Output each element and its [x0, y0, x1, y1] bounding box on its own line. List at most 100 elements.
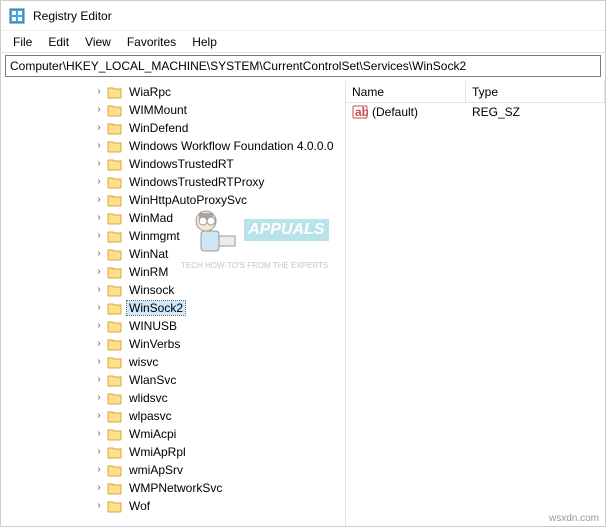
menu-file[interactable]: File	[5, 33, 40, 51]
chevron-right-icon[interactable]: ›	[91, 210, 107, 226]
string-value-icon	[352, 104, 368, 120]
tree-item[interactable]: ›WinVerbs	[1, 335, 345, 353]
chevron-right-icon[interactable]: ›	[91, 264, 107, 280]
value-row[interactable]: (Default) REG_SZ	[346, 103, 605, 121]
folder-icon	[107, 103, 123, 117]
tree-item-label: Wof	[127, 499, 152, 513]
chevron-right-icon[interactable]: ›	[91, 318, 107, 334]
chevron-right-icon[interactable]: ›	[91, 354, 107, 370]
address-bar[interactable]: Computer\HKEY_LOCAL_MACHINE\SYSTEM\Curre…	[5, 55, 601, 77]
details-header: Name Type	[346, 81, 605, 103]
chevron-right-icon[interactable]: ›	[91, 462, 107, 478]
content-area: › WiaRpc › WIMMount ›WinDefend›Windows Workf…	[1, 81, 605, 526]
tree-item-label: WlanSvc	[127, 373, 178, 387]
tree-item[interactable]: › WindowsTrustedRT	[1, 155, 345, 173]
column-header-type[interactable]: Type	[466, 81, 605, 102]
tree-item-label: WIMMount	[127, 103, 189, 117]
folder-icon	[107, 427, 123, 441]
tree-item-label: wmiApSrv	[127, 463, 185, 477]
folder-icon	[107, 391, 123, 405]
tree-item[interactable]: ›Windows Workflow Foundation 4.0.0.0	[1, 137, 345, 155]
tree-item-label: wlidsvc	[127, 391, 170, 405]
menu-favorites[interactable]: Favorites	[119, 33, 184, 51]
menu-edit[interactable]: Edit	[40, 33, 77, 51]
tree-item[interactable]: › WMPNetworkSvc	[1, 479, 345, 497]
chevron-right-icon[interactable]: ›	[91, 120, 107, 136]
tree-item[interactable]: › WIMMount	[1, 101, 345, 119]
tree-item-label: WmiAcpi	[127, 427, 178, 441]
tree-item[interactable]: ›WmiApRpl	[1, 443, 345, 461]
tree-item-label: WMPNetworkSvc	[127, 481, 224, 495]
window-titlebar: Registry Editor	[1, 1, 605, 31]
folder-icon	[107, 157, 123, 171]
chevron-right-icon[interactable]: ›	[91, 390, 107, 406]
folder-icon	[107, 193, 123, 207]
tree-item[interactable]: ›WinDefend	[1, 119, 345, 137]
chevron-right-icon[interactable]: ›	[91, 246, 107, 262]
tree-item-label: WinHttpAutoProxySvc	[127, 193, 249, 207]
value-type: REG_SZ	[466, 104, 605, 120]
tree-item-label: WinMad	[127, 211, 175, 225]
tree-item[interactable]: › WmiAcpi	[1, 425, 345, 443]
tree-item-label: Winmgmt	[127, 229, 182, 243]
chevron-right-icon[interactable]: ›	[91, 138, 107, 154]
menu-view[interactable]: View	[77, 33, 119, 51]
chevron-right-icon[interactable]: ›	[91, 102, 107, 118]
chevron-right-icon[interactable]: ›	[91, 228, 107, 244]
chevron-right-icon[interactable]: ›	[91, 372, 107, 388]
tree-item-label: WindowsTrustedRT	[127, 157, 236, 171]
tree-item[interactable]: › WinRM	[1, 263, 345, 281]
tree-pane: › WiaRpc › WIMMount ›WinDefend›Windows Workf…	[1, 81, 346, 526]
folder-icon	[107, 373, 123, 387]
folder-icon	[107, 211, 123, 225]
chevron-right-icon[interactable]: ›	[91, 408, 107, 424]
tree-item[interactable]: › WiaRpc	[1, 83, 345, 101]
tree-item[interactable]: ›WindowsTrustedRTProxy	[1, 173, 345, 191]
folder-icon	[107, 337, 123, 351]
tree-item[interactable]: › wisvc	[1, 353, 345, 371]
chevron-right-icon[interactable]: ›	[91, 174, 107, 190]
chevron-right-icon[interactable]: ›	[91, 300, 107, 316]
folder-icon	[107, 301, 123, 315]
tree-item[interactable]: › WinMad	[1, 209, 345, 227]
column-header-name[interactable]: Name	[346, 81, 466, 102]
registry-editor-icon	[9, 8, 25, 24]
window-title: Registry Editor	[33, 9, 112, 23]
chevron-right-icon[interactable]: ›	[91, 426, 107, 442]
chevron-right-icon[interactable]: ›	[91, 444, 107, 460]
tree-item[interactable]: › wlpasvc	[1, 407, 345, 425]
tree-item-label: wisvc	[127, 355, 160, 369]
tree-item-label: wlpasvc	[127, 409, 174, 423]
folder-icon	[107, 355, 123, 369]
tree-item[interactable]: › Winsock	[1, 281, 345, 299]
tree-item[interactable]: › Wof	[1, 497, 345, 515]
tree-item[interactable]: ›WinSock2	[1, 299, 345, 317]
folder-icon	[107, 463, 123, 477]
menu-help[interactable]: Help	[184, 33, 225, 51]
tree-item-label: Winsock	[127, 283, 176, 297]
chevron-right-icon[interactable]: ›	[91, 480, 107, 496]
details-pane: Name Type (Default) REG_SZ	[346, 81, 605, 526]
folder-icon	[107, 121, 123, 135]
tree-item[interactable]: › WlanSvc	[1, 371, 345, 389]
tree-item[interactable]: › Winmgmt	[1, 227, 345, 245]
folder-icon	[107, 265, 123, 279]
value-name: (Default)	[372, 105, 418, 119]
chevron-right-icon[interactable]: ›	[91, 192, 107, 208]
folder-icon	[107, 499, 123, 513]
chevron-right-icon[interactable]: ›	[91, 498, 107, 514]
tree-scroll[interactable]: › WiaRpc › WIMMount ›WinDefend›Windows Workf…	[1, 81, 345, 526]
tree-item[interactable]: › WinNat	[1, 245, 345, 263]
chevron-right-icon[interactable]: ›	[91, 282, 107, 298]
chevron-right-icon[interactable]: ›	[91, 336, 107, 352]
tree-item[interactable]: › WinHttpAutoProxySvc	[1, 191, 345, 209]
tree-item-label: WiaRpc	[127, 85, 173, 99]
tree-item[interactable]: › wlidsvc	[1, 389, 345, 407]
tree-item-label: WinNat	[127, 247, 170, 261]
folder-icon	[107, 283, 123, 297]
tree-item-label: WinRM	[127, 265, 170, 279]
tree-item[interactable]: ›WINUSB	[1, 317, 345, 335]
chevron-right-icon[interactable]: ›	[91, 84, 107, 100]
chevron-right-icon[interactable]: ›	[91, 156, 107, 172]
tree-item[interactable]: › wmiApSrv	[1, 461, 345, 479]
